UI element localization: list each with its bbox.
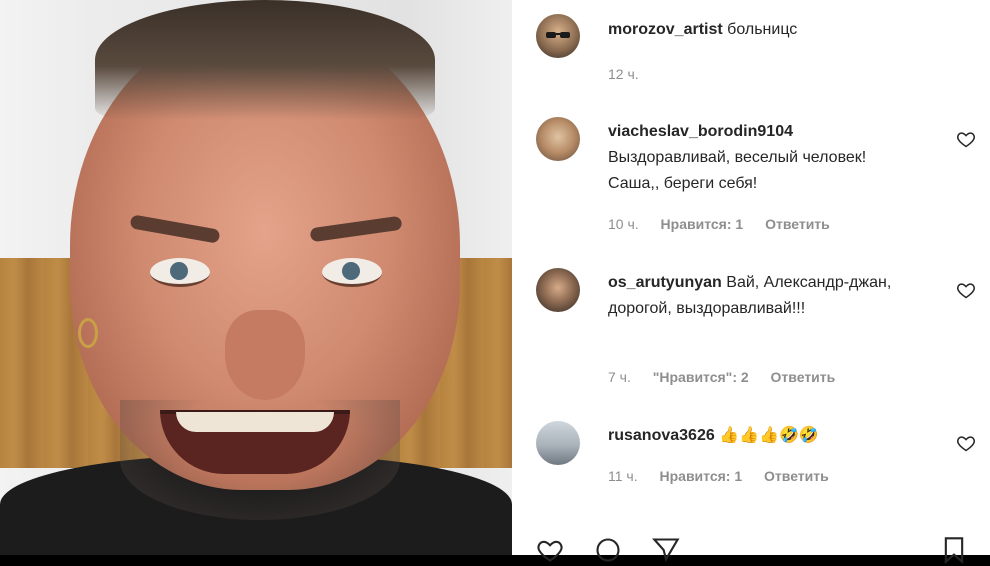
bookmark-icon[interactable] [940,536,968,564]
comment-likes[interactable]: "Нравится": 2 [653,369,749,385]
caption-time[interactable]: 12 ч. [608,66,639,82]
avatar[interactable] [536,421,580,465]
comment-username[interactable]: rusanova3626 [608,427,715,444]
comment-text: os_arutyunyan Вай, Александр-джан, дорог… [608,270,908,322]
comment-body: 👍👍👍🤣🤣 [719,427,819,444]
heart-outline-icon[interactable] [956,129,976,149]
comment-text: rusanova3626 👍👍👍🤣🤣 [608,423,908,449]
author-username[interactable]: morozov_artist [608,21,723,38]
comment-body: Выздоравливай, веселый человек! Саша,, б… [608,149,867,192]
post-photo[interactable] [0,0,512,555]
reply-button[interactable]: Ответить [765,216,830,232]
reply-button[interactable]: Ответить [764,468,829,484]
comment-time[interactable]: 10 ч. [608,216,639,232]
comment-meta: 10 ч. Нравится: 1 Ответить [608,216,848,232]
reply-button[interactable]: Ответить [771,369,836,385]
avatar[interactable] [536,117,580,161]
heart-outline-icon[interactable] [536,536,564,564]
comment-meta: 11 ч. Нравится: 1 Ответить [608,468,847,484]
comment-likes[interactable]: Нравится: 1 [660,468,743,484]
paper-plane-icon[interactable] [652,536,680,564]
comment-meta: 7 ч. "Нравится": 2 Ответить [608,369,853,385]
heart-outline-icon[interactable] [956,280,976,300]
comment-username[interactable]: viacheslav_borodin9104 [608,123,793,140]
left-eye [150,258,210,287]
caption: больницс [727,21,798,38]
teeth [176,412,334,432]
comment-username[interactable]: os_arutyunyan [608,274,722,291]
comment-text: viacheslav_borodin9104 Выздоравливай, ве… [608,119,908,197]
earring [78,318,98,348]
right-eye [322,258,382,287]
avatar[interactable] [536,14,580,58]
nose [225,310,305,400]
comment-time[interactable]: 11 ч. [608,468,638,484]
hair [95,0,435,120]
post-actions [536,536,976,566]
heart-outline-icon[interactable] [956,433,976,453]
comment-likes[interactable]: Нравится: 1 [661,216,744,232]
comment-time[interactable]: 7 ч. [608,369,631,385]
comments-panel: morozov_artist больницс 12 ч. viacheslav… [512,0,990,564]
avatar[interactable] [536,268,580,312]
sunglasses-icon [546,32,570,38]
comment-icon[interactable] [594,536,622,564]
caption-text: morozov_artist больницс [608,17,908,43]
caption-meta: 12 ч. [608,66,657,82]
